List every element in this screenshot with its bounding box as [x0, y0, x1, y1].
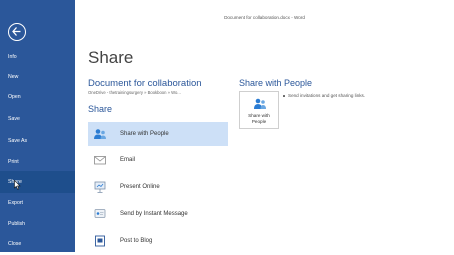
- sidebar-item-label: New: [8, 74, 19, 80]
- present-icon: [94, 181, 106, 193]
- share-option-post-to-blog[interactable]: Post to Blog: [88, 229, 228, 253]
- sidebar-item-publish[interactable]: Publish: [0, 213, 75, 235]
- instant-message-icon: [94, 209, 106, 218]
- sidebar-item-export[interactable]: Export: [0, 192, 75, 214]
- page-title: Share: [88, 48, 134, 67]
- tile-label-line2: People: [251, 119, 267, 124]
- sidebar-item-save[interactable]: Save: [0, 108, 75, 130]
- share-section-heading: Share: [88, 104, 113, 114]
- back-arrow-icon: [12, 27, 21, 36]
- sidebar-item-save-as[interactable]: Save As: [0, 130, 75, 152]
- sidebar-item-info[interactable]: Info: [0, 46, 75, 68]
- option-label: Present Online: [120, 184, 160, 190]
- sidebar-item-label: Save As: [8, 138, 28, 144]
- sidebar-item-label: Open: [8, 94, 21, 100]
- sidebar-item-print[interactable]: Print: [0, 151, 75, 173]
- share-with-people-heading: Share with People: [239, 78, 313, 88]
- sidebar-item-label: Export: [8, 200, 23, 206]
- sidebar-item-share[interactable]: Share: [0, 171, 75, 193]
- document-path: OneDrive - thetrainingsurgery » Bookboon…: [88, 90, 181, 95]
- back-button[interactable]: [8, 23, 26, 41]
- share-option-share-with-people[interactable]: Share with People: [88, 122, 228, 146]
- sidebar-item-open[interactable]: Open: [0, 86, 75, 108]
- blog-icon: [95, 235, 105, 247]
- sidebar-item-label: Close: [8, 241, 22, 247]
- share-option-email[interactable]: Email: [88, 148, 228, 172]
- sidebar-item-label: Save: [8, 116, 20, 122]
- sidebar-item-label: Info: [8, 54, 17, 60]
- sidebar-item-new[interactable]: New: [0, 66, 75, 88]
- sidebar-item-label: Publish: [8, 221, 26, 227]
- bullet-marker: [283, 95, 285, 97]
- word-backstage-window: Info New Open Save Save As Print Share E…: [0, 0, 454, 252]
- sidebar-item-label: Print: [8, 159, 19, 165]
- share-option-present-online[interactable]: Present Online: [88, 175, 228, 199]
- option-label: Email: [120, 157, 136, 163]
- option-label: Send by Instant Message: [120, 211, 188, 217]
- option-label: Post to Blog: [120, 238, 153, 244]
- document-name: Document for collaboration: [88, 78, 202, 89]
- people-icon: [254, 98, 266, 109]
- share-with-people-button[interactable]: Share with People: [239, 91, 279, 129]
- tile-label: Share with People: [240, 113, 278, 125]
- backstage-sidebar: Info New Open Save Save As Print Share E…: [0, 0, 75, 252]
- email-icon: [94, 156, 106, 165]
- share-description: Send invitations and get sharing links.: [288, 93, 366, 98]
- share-option-instant-message[interactable]: Send by Instant Message: [88, 202, 228, 226]
- option-label: Share with People: [120, 131, 169, 137]
- mouse-cursor-icon: [14, 180, 21, 190]
- window-title: Document for collaboration.docx - Word: [224, 15, 305, 20]
- people-icon: [94, 129, 106, 139]
- title-bar: Document for collaboration.docx - Word: [75, 0, 454, 38]
